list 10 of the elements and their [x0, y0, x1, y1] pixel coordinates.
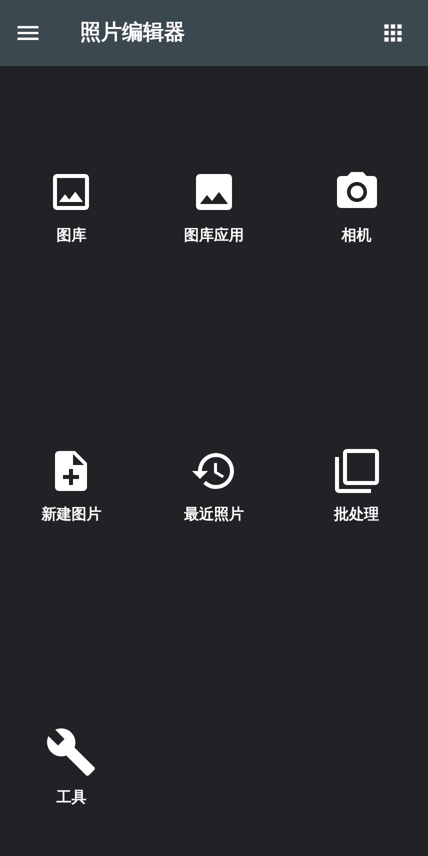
tile-button[interactable]: 工具 [11, 726, 132, 808]
tile-button[interactable]: 图库应用 [154, 168, 274, 246]
wrench-icon [45, 726, 98, 778]
tile-button[interactable]: 最近照片 [154, 447, 274, 526]
stacked-squares-icon [332, 447, 381, 495]
tile-button[interactable]: 相机 [296, 168, 417, 246]
tile-button[interactable]: 新建图片 [11, 447, 132, 526]
tile-button[interactable]: 批处理 [296, 447, 417, 526]
tile-button[interactable]: 图库 [11, 168, 132, 246]
app-title: 照片编辑器 [80, 19, 185, 46]
